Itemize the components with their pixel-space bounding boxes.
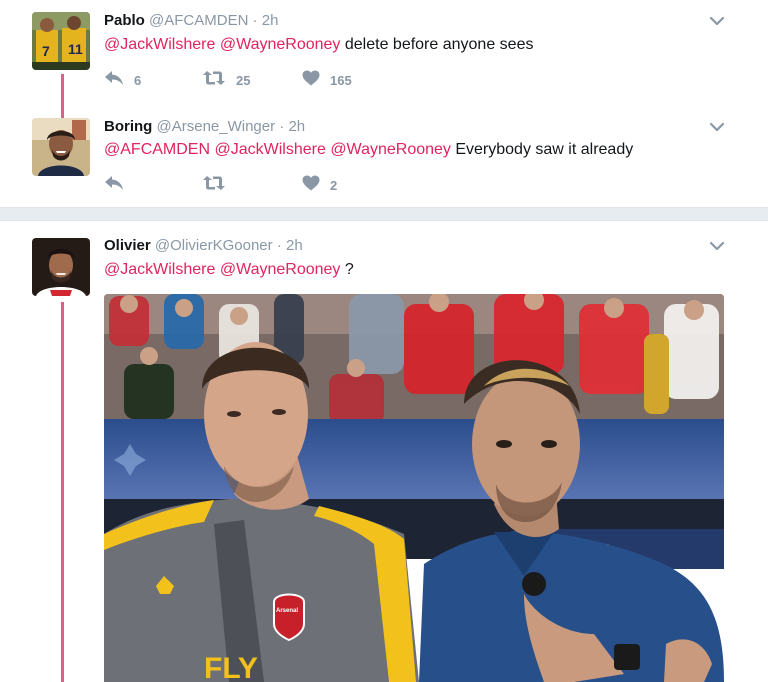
separator-dot: · xyxy=(279,118,285,135)
timestamp[interactable]: 2h xyxy=(286,237,303,254)
reply-icon xyxy=(104,70,124,91)
heart-icon xyxy=(302,70,320,91)
shirt-text: FLY xyxy=(204,652,258,682)
tweet-actions: 2 xyxy=(104,174,404,196)
retweet-count: 25 xyxy=(236,72,251,88)
like-button[interactable]: 2 xyxy=(302,174,337,196)
mention-link[interactable]: @WayneRooney xyxy=(220,261,341,278)
mention-link[interactable]: @JackWilshere xyxy=(104,261,215,278)
tweet-1[interactable]: 7 11 Pablo @AFCAMDEN · 2h @JackWilshere … xyxy=(0,0,768,120)
display-name[interactable]: Boring xyxy=(104,118,152,135)
retweet-icon xyxy=(202,70,226,91)
tweet-body: ? xyxy=(344,261,354,278)
mention-link[interactable]: @WayneRooney xyxy=(220,36,341,53)
retweet-icon xyxy=(202,175,226,196)
avatar[interactable] xyxy=(32,238,90,296)
user-handle[interactable]: @Arsene_Winger xyxy=(157,118,276,135)
tweet-actions: 6 25 165 xyxy=(104,69,404,91)
tweet-text: @AFCAMDEN @JackWilshere @WayneRooney Eve… xyxy=(104,139,633,161)
display-name[interactable]: Olivier xyxy=(104,237,151,254)
reply-button[interactable]: 6 xyxy=(104,69,141,91)
svg-text:11: 11 xyxy=(68,41,83,57)
tweet-header: Boring @Arsene_Winger · 2h xyxy=(104,118,305,136)
reply-button[interactable] xyxy=(104,174,134,196)
user-handle[interactable]: @AFCAMDEN xyxy=(149,12,248,29)
tweet-header: Olivier @OlivierKGooner · 2h xyxy=(104,237,303,255)
like-count: 2 xyxy=(330,177,338,193)
tweet-2[interactable]: Boring @Arsene_Winger · 2h @AFCAMDEN @Ja… xyxy=(0,108,768,208)
separator-dot: · xyxy=(252,12,258,29)
mention-link[interactable]: @JackWilshere xyxy=(214,141,325,158)
timestamp[interactable]: 2h xyxy=(262,12,279,29)
mention-link[interactable]: @WayneRooney xyxy=(330,141,451,158)
avatar[interactable] xyxy=(32,118,90,176)
retweet-button[interactable] xyxy=(202,174,236,196)
tweet-body: delete before anyone sees xyxy=(344,36,534,53)
reply-icon xyxy=(104,175,124,196)
tweet-text: @JackWilshere @WayneRooney ? xyxy=(104,259,354,281)
tweet-photo[interactable]: CE Arsenal FLY xyxy=(104,294,724,682)
tweet-header: Pablo @AFCAMDEN · 2h xyxy=(104,12,278,30)
badge-text: Arsenal xyxy=(276,608,298,614)
mention-link[interactable]: @AFCAMDEN xyxy=(104,141,210,158)
like-button[interactable]: 165 xyxy=(302,69,352,91)
tweet-text: @JackWilshere @WayneRooney delete before… xyxy=(104,34,533,56)
avatar[interactable]: 7 11 xyxy=(32,12,90,70)
mention-link[interactable]: @JackWilshere xyxy=(104,36,215,53)
heart-icon xyxy=(302,175,320,196)
thread-line xyxy=(61,302,64,682)
tweet-body: Everybody saw it already xyxy=(455,141,634,158)
conversation-separator xyxy=(0,207,768,221)
retweet-button[interactable]: 25 xyxy=(202,69,250,91)
timestamp[interactable]: 2h xyxy=(288,118,305,135)
chevron-down-icon[interactable] xyxy=(709,120,725,132)
reply-count: 6 xyxy=(134,72,142,88)
separator-dot: · xyxy=(276,237,282,254)
svg-text:7: 7 xyxy=(42,43,50,59)
like-count: 165 xyxy=(330,72,352,88)
chevron-down-icon[interactable] xyxy=(709,239,725,251)
display-name[interactable]: Pablo xyxy=(104,12,145,29)
user-handle[interactable]: @OlivierKGooner xyxy=(155,237,273,254)
chevron-down-icon[interactable] xyxy=(709,14,725,26)
